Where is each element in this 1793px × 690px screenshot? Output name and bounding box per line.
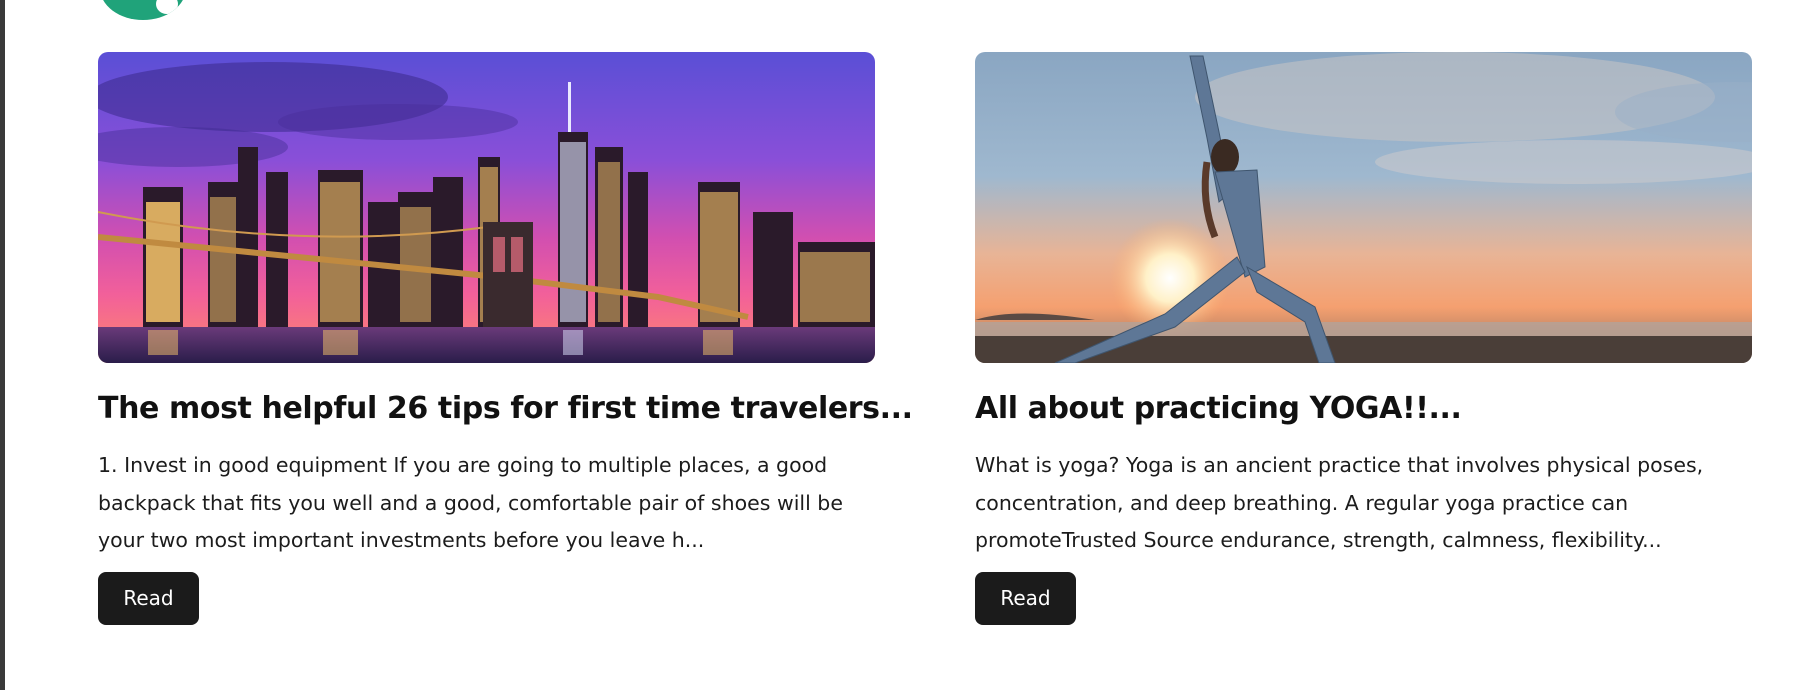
city-skyline-image bbox=[98, 52, 875, 363]
post-title[interactable]: All about practicing YOGA!!... bbox=[975, 389, 1752, 429]
post-image-yoga-beach[interactable] bbox=[975, 52, 1752, 363]
site-logo[interactable] bbox=[100, 0, 186, 20]
logo-mark bbox=[156, 0, 178, 14]
read-button[interactable]: Read bbox=[975, 571, 1076, 625]
yoga-beach-image bbox=[975, 52, 1752, 363]
post-excerpt: 1. Invest in good equipment If you are g… bbox=[98, 453, 843, 552]
window-left-edge bbox=[0, 0, 5, 690]
read-button[interactable]: Read bbox=[98, 571, 199, 625]
blog-post-card: All about practicing YOGA!!... What is y… bbox=[975, 52, 1752, 625]
post-title[interactable]: The most helpful 26 tips for first time … bbox=[98, 389, 913, 429]
post-excerpt: What is yoga? Yoga is an ancient practic… bbox=[975, 453, 1704, 552]
post-image-city-skyline[interactable] bbox=[98, 52, 875, 363]
blog-post-card: The most helpful 26 tips for first time … bbox=[98, 52, 913, 625]
